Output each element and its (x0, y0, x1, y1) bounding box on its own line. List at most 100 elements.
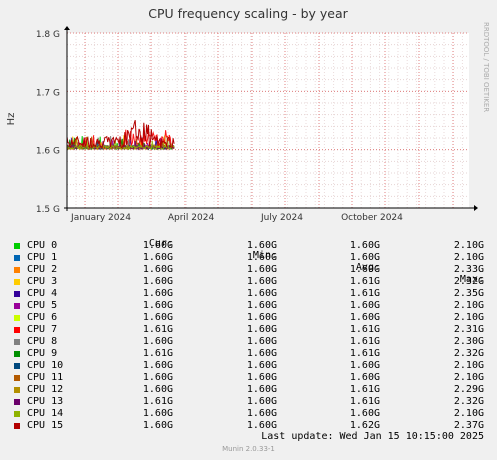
legend-series-name: CPU 10 (27, 360, 64, 371)
legend-swatch (14, 291, 20, 297)
legend-avg-value: 1.60G (349, 312, 380, 323)
legend-cur-value: 1.60G (142, 240, 173, 251)
legend-swatch (14, 339, 20, 345)
legend-series-name: CPU 11 (27, 372, 64, 383)
x-tick-label: July 2024 (260, 213, 303, 223)
legend-row: CPU 7 1.61G 1.60G 1.61G 2.31G (0, 324, 497, 336)
legend-cur-value: 1.60G (142, 300, 173, 311)
legend-min-value: 1.60G (246, 288, 277, 299)
legend-avg-value: 1.61G (349, 348, 380, 359)
legend-series-name: CPU 3 (27, 276, 58, 287)
chart: CPU frequency scaling - by year Hz RRDTO… (0, 0, 497, 230)
legend-cur-value: 1.60G (142, 336, 173, 347)
legend-series-name: CPU 13 (27, 396, 64, 407)
legend-swatch (14, 375, 20, 381)
y-axis-arrow (64, 26, 70, 30)
legend-cur-value: 1.61G (142, 348, 173, 359)
x-ticks: January 2024 April 2024 July 2024 October 2… (70, 213, 403, 223)
x-tick-label: October 2024 (341, 213, 403, 223)
legend-min-value: 1.60G (246, 324, 277, 335)
legend-series-name: CPU 1 (27, 252, 58, 263)
legend-min-value: 1.60G (246, 300, 277, 311)
y-tick-label: 1.6 G (36, 147, 60, 157)
legend-series-name: CPU 6 (27, 312, 58, 323)
legend-cur-value: 1.60G (142, 360, 173, 371)
rrdtool-watermark: RRDTOOL / TOBI OETIKER (482, 22, 490, 112)
legend-row: CPU 0 1.60G 1.60G 1.60G 2.10G (0, 240, 497, 252)
legend-max-value: 2.35G (453, 288, 484, 299)
legend-swatch (14, 279, 20, 285)
legend-avg-value: 1.60G (349, 408, 380, 419)
legend-swatch (14, 327, 20, 333)
x-tick-label: January 2024 (70, 213, 131, 223)
legend-swatch (14, 255, 20, 261)
legend-swatch (14, 243, 20, 249)
legend-avg-value: 1.60G (349, 372, 380, 383)
legend-row: CPU 5 1.60G 1.60G 1.60G 2.10G (0, 300, 497, 312)
legend-row: CPU 4 1.60G 1.60G 1.61G 2.35G (0, 288, 497, 300)
munin-version: Munin 2.0.33-1 (222, 445, 275, 453)
legend-max-value: 2.10G (453, 360, 484, 371)
legend-row: CPU 8 1.60G 1.60G 1.61G 2.30G (0, 336, 497, 348)
legend-max-value: 2.30G (453, 336, 484, 347)
legend-avg-value: 1.60G (349, 264, 380, 275)
legend-row: CPU 12 1.60G 1.60G 1.61G 2.29G (0, 384, 497, 396)
x-axis-arrow (474, 205, 478, 211)
y-tick-label: 1.5 G (36, 205, 60, 215)
legend-swatch (14, 303, 20, 309)
legend-min-value: 1.60G (246, 408, 277, 419)
legend-max-value: 2.32G (453, 348, 484, 359)
legend-min-value: 1.60G (246, 336, 277, 347)
legend-max-value: 2.10G (453, 252, 484, 263)
legend-row: CPU 9 1.61G 1.60G 1.61G 2.32G (0, 348, 497, 360)
y-ticks: 1.8 G 1.7 G 1.6 G 1.5 G (36, 30, 60, 215)
legend-cur-value: 1.60G (142, 384, 173, 395)
legend-avg-value: 1.61G (349, 336, 380, 347)
y-tick-label: 1.7 G (36, 88, 60, 98)
legend-series-name: CPU 12 (27, 384, 64, 395)
legend-series-name: CPU 15 (27, 420, 64, 431)
legend-series-name: CPU 5 (27, 300, 58, 311)
legend-max-value: 2.10G (453, 240, 484, 251)
legend-min-value: 1.60G (246, 312, 277, 323)
legend-header: Cur: Min: Avg: Max: (0, 226, 497, 285)
legend-row: CPU 6 1.60G 1.60G 1.60G 2.10G (0, 312, 497, 324)
legend-cur-value: 1.60G (142, 408, 173, 419)
legend-cur-value: 1.60G (142, 252, 173, 263)
legend-swatch (14, 363, 20, 369)
legend-cur-value: 1.60G (142, 276, 173, 287)
legend-max-value: 2.32G (453, 276, 484, 287)
last-update: Last update: Wed Jan 15 10:15:00 2025 (261, 431, 484, 442)
legend-swatch (14, 411, 20, 417)
legend-avg-value: 1.61G (349, 288, 380, 299)
legend-series-name: CPU 2 (27, 264, 58, 275)
legend-swatch (14, 267, 20, 273)
legend-min-value: 1.60G (246, 372, 277, 383)
legend-min-value: 1.60G (246, 276, 277, 287)
y-axis-label: Hz (6, 113, 17, 126)
legend-min-value: 1.60G (246, 384, 277, 395)
chart-title: CPU frequency scaling - by year (148, 6, 348, 21)
legend-cur-value: 1.60G (142, 420, 173, 431)
y-tick-label: 1.8 G (36, 30, 60, 40)
legend-swatch (14, 315, 20, 321)
legend-row: CPU 1 1.60G 1.60G 1.60G 2.10G (0, 252, 497, 264)
legend-swatch (14, 423, 20, 429)
legend-avg-value: 1.61G (349, 396, 380, 407)
legend-cur-value: 1.60G (142, 264, 173, 275)
legend-row: CPU 3 1.60G 1.60G 1.61G 2.32G (0, 276, 497, 288)
legend-avg-value: 1.61G (349, 276, 380, 287)
legend-swatch (14, 387, 20, 393)
legend-row: CPU 14 1.60G 1.60G 1.60G 2.10G (0, 408, 497, 420)
legend-max-value: 2.29G (453, 384, 484, 395)
legend-max-value: 2.31G (453, 324, 484, 335)
chart-svg: CPU frequency scaling - by year Hz RRDTO… (6, 6, 490, 223)
x-tick-label: April 2024 (168, 213, 215, 223)
legend-max-value: 2.32G (453, 396, 484, 407)
legend-min-value: 1.60G (246, 264, 277, 275)
legend-swatch (14, 399, 20, 405)
legend-max-value: 2.10G (453, 312, 484, 323)
legend-min-value: 1.60G (246, 348, 277, 359)
legend-series-name: CPU 14 (27, 408, 64, 419)
legend-max-value: 2.10G (453, 300, 484, 311)
